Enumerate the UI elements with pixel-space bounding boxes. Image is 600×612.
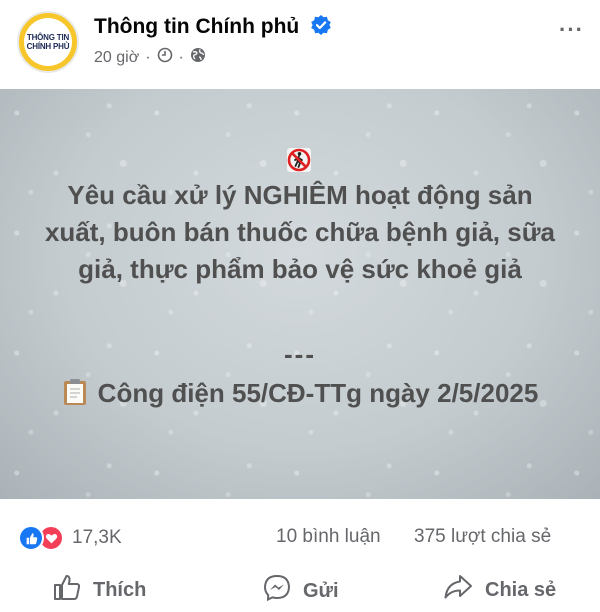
globe-icon <box>190 47 206 68</box>
more-options-icon[interactable]: ··· <box>559 17 584 43</box>
image-document-text: Công điện 55/CĐ-TTg ngày 2/5/2025 <box>97 378 539 408</box>
meta-separator: · <box>145 48 151 66</box>
post-time[interactable]: 20 giờ <box>94 49 139 67</box>
verified-badge-icon <box>311 15 331 41</box>
page-name[interactable]: Thông tin Chính phủ <box>94 15 331 41</box>
post-meta: 20 giờ · · <box>94 47 206 68</box>
comment-count[interactable]: 10 bình luận <box>276 526 381 548</box>
share-arrow-icon <box>443 574 473 606</box>
share-count[interactable]: 375 lượt chia sẻ <box>414 526 551 548</box>
send-button[interactable]: Gửi <box>263 574 339 608</box>
thumbs-up-icon <box>53 574 81 606</box>
reaction-summary[interactable]: 17,3K <box>18 525 122 551</box>
messenger-icon <box>263 574 291 608</box>
send-button-label: Gửi <box>303 579 339 602</box>
page-name-label: Thông tin Chính phủ <box>94 15 300 38</box>
like-button-label: Thích <box>93 578 147 601</box>
clock-icon <box>157 47 173 68</box>
clipboard-icon <box>62 378 88 416</box>
image-document-line: Công điện 55/CĐ-TTg ngày 2/5/2025 <box>40 375 560 416</box>
no-pedestrians-icon <box>286 147 312 173</box>
image-headline: Yêu cầu xử lý NGHIÊM hoạt động sản xuất,… <box>44 180 556 284</box>
avatar-text-line-1: THÔNG TIN <box>26 33 70 42</box>
avatar-text-line-2: CHÍNH PHỦ <box>26 42 70 51</box>
share-button-label: Chia sẻ <box>485 578 557 601</box>
like-reaction-icon <box>18 525 44 551</box>
share-button[interactable]: Chia sẻ <box>443 574 556 606</box>
avatar[interactable]: THÔNG TIN CHÍNH PHỦ <box>17 11 79 73</box>
post-image[interactable]: Yêu cầu xử lý NGHIÊM hoạt động sản xuất,… <box>0 89 600 499</box>
like-button[interactable]: Thích <box>53 574 146 606</box>
reaction-count: 17,3K <box>72 527 122 548</box>
image-divider: --- <box>284 339 316 369</box>
post-stats: 17,3K 10 bình luận 375 lượt chia sẻ <box>0 500 600 572</box>
meta-separator-2: · <box>178 48 184 66</box>
avatar-logo: THÔNG TIN CHÍNH PHỦ <box>24 18 72 66</box>
post-actions: Thích Gửi Chia sẻ <box>0 572 600 612</box>
post-header: THÔNG TIN CHÍNH PHỦ Thông tin Chính phủ … <box>0 0 600 88</box>
